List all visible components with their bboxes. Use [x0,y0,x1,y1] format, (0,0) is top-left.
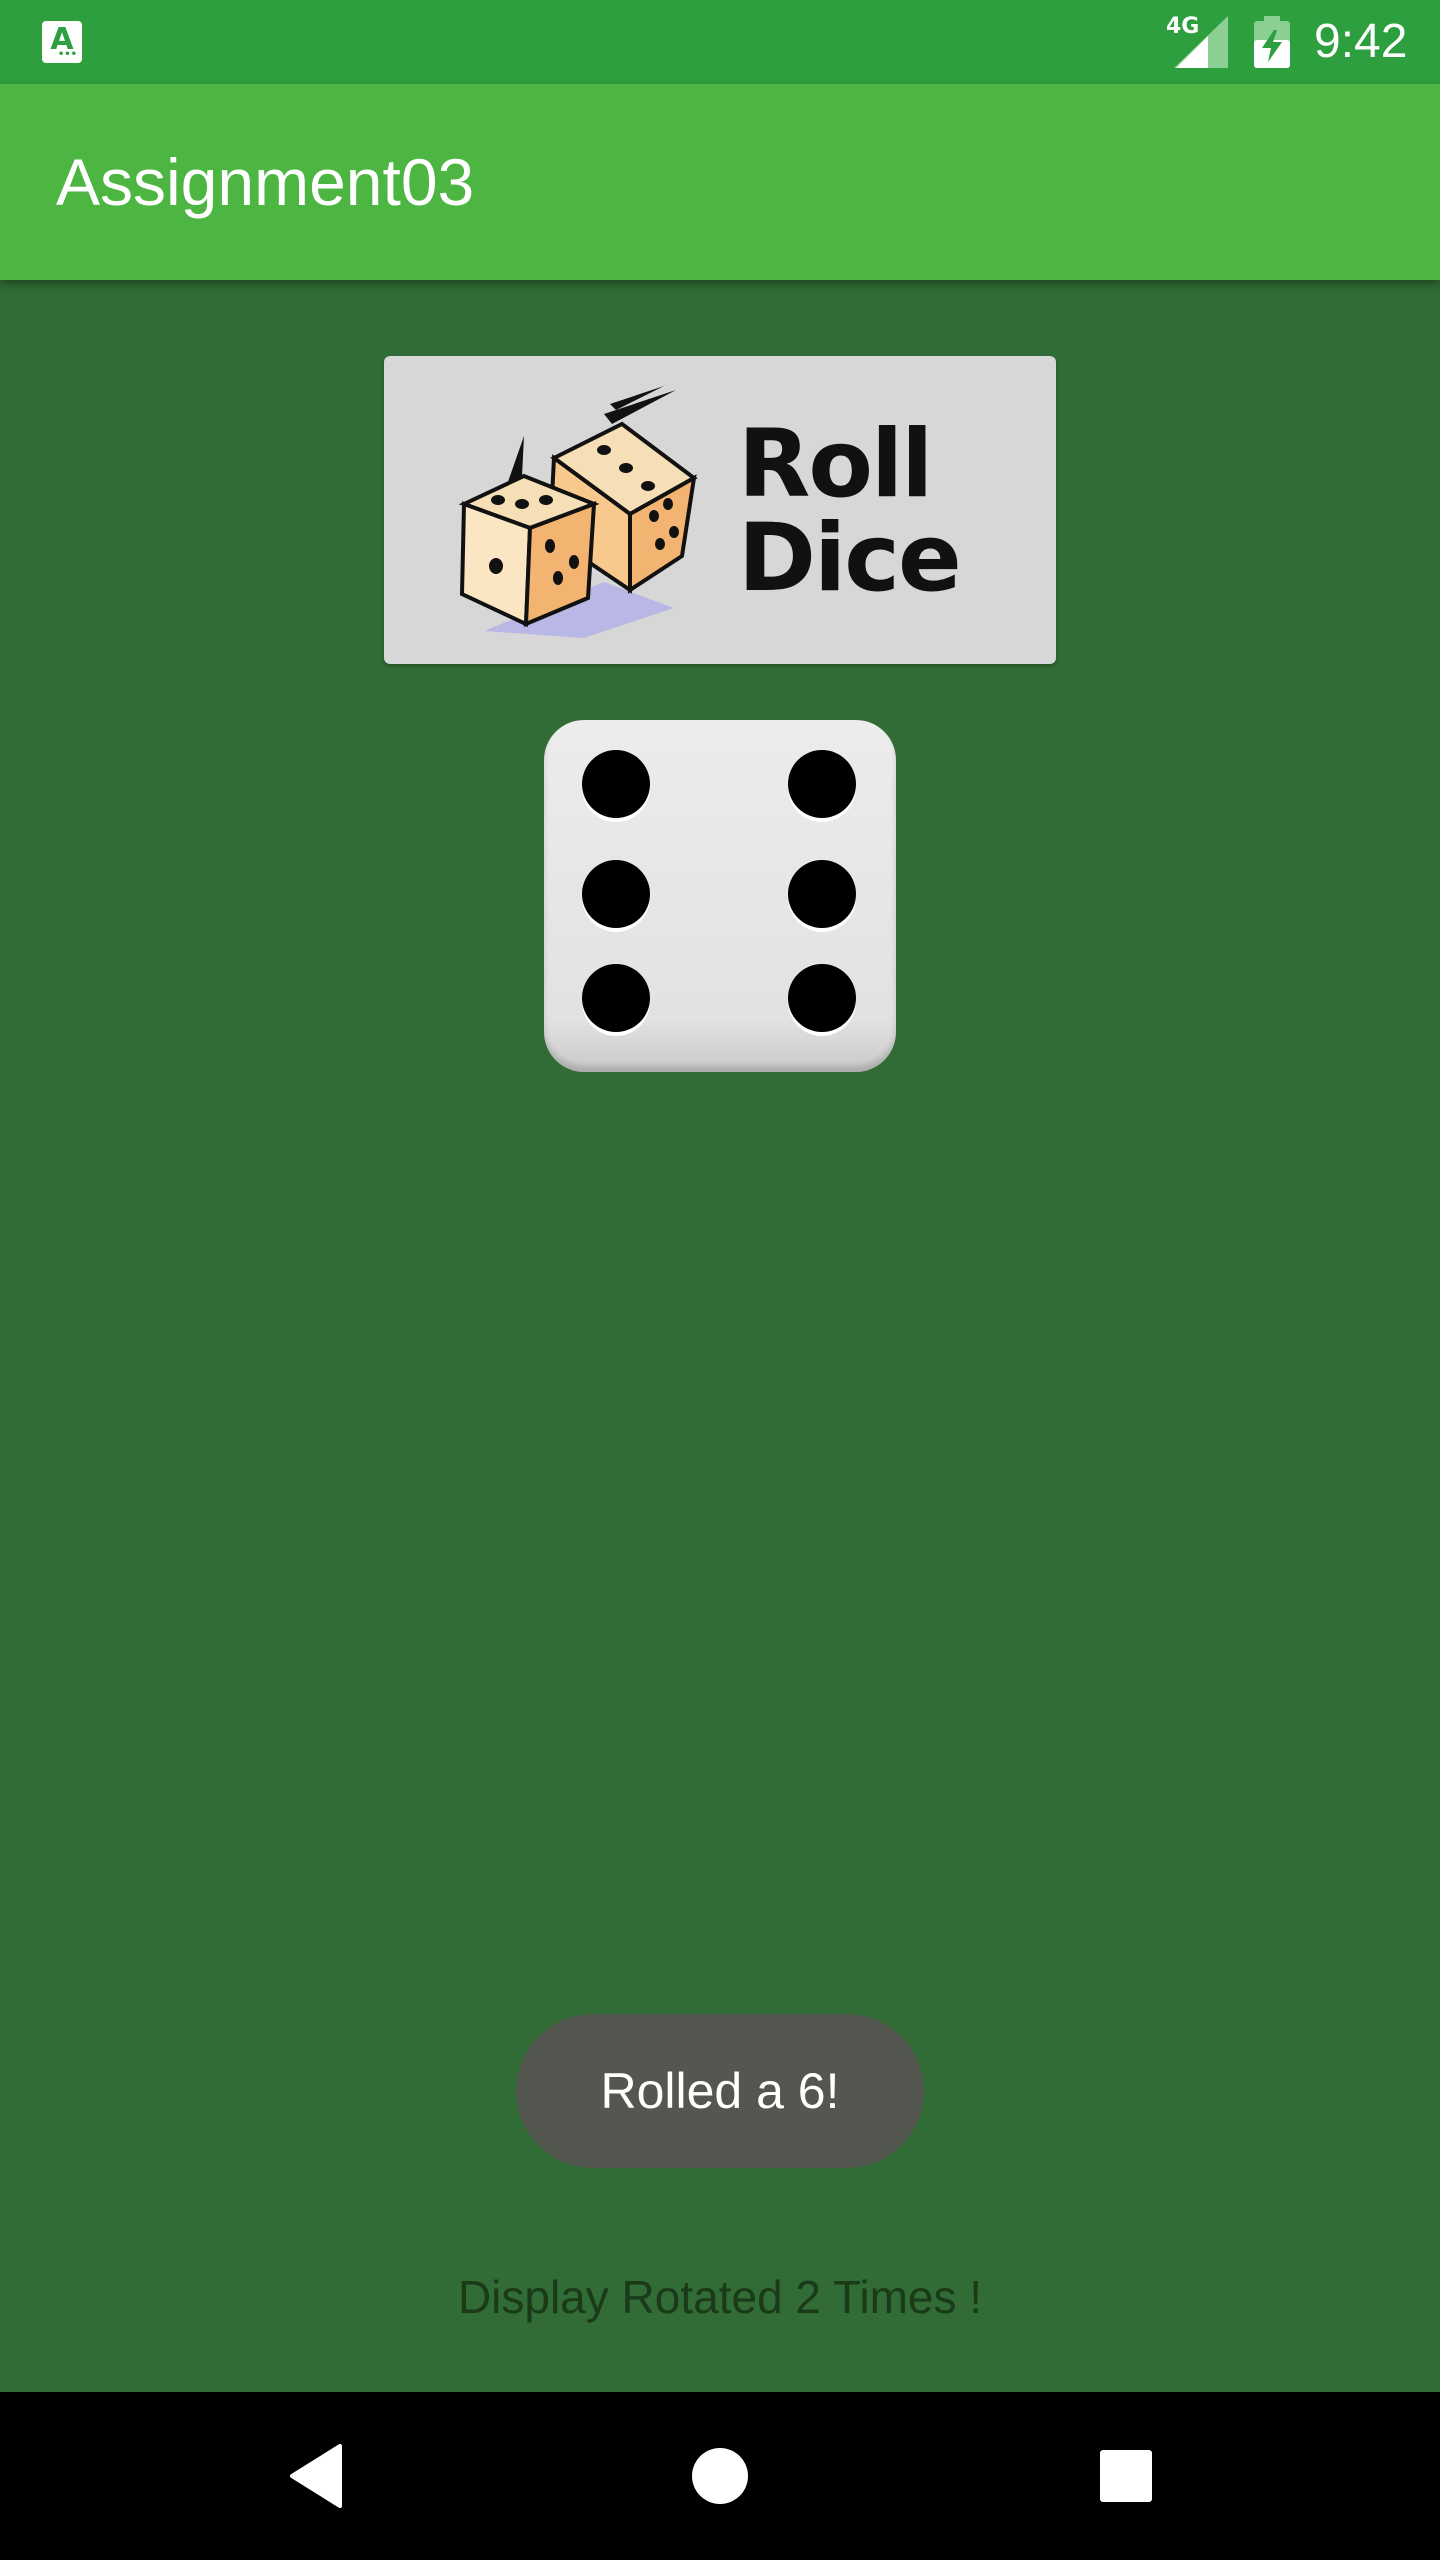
dice-clipart-icon [458,386,698,638]
roll-dice-label-line2: Dice [738,504,962,613]
app-title: Assignment03 [56,145,475,219]
die-pip [582,860,650,928]
recents-icon [1100,2450,1152,2502]
recents-button[interactable] [1046,2392,1206,2560]
die-pip [788,860,856,928]
die-pip [582,964,650,1032]
roll-dice-button[interactable]: Roll Dice [384,356,1056,664]
toast: Rolled a 6! [516,2014,924,2168]
status-bar: A ••• 4G 9:42 [0,0,1440,84]
app-bar: Assignment03 [0,84,1440,280]
battery-charging-icon [1254,16,1290,68]
back-icon [290,2444,342,2508]
app-notification-icon: A ••• [42,21,82,63]
rotation-count-text: Display Rotated 2 Times ! [457,2271,983,2323]
home-button[interactable] [640,2392,800,2560]
die-pip [788,964,856,1032]
home-icon [692,2448,748,2504]
roll-dice-label: Roll Dice [738,410,962,613]
toast-message: Rolled a 6! [600,2063,840,2119]
clock: 9:42 [1314,15,1408,68]
roll-dice-label-line1: Roll [738,410,933,519]
signal-icon [1174,16,1228,68]
die-pip [788,750,856,818]
die-face [544,720,896,1072]
back-button[interactable] [236,2392,396,2560]
navigation-bar [0,2392,1440,2560]
die-pip [582,750,650,818]
